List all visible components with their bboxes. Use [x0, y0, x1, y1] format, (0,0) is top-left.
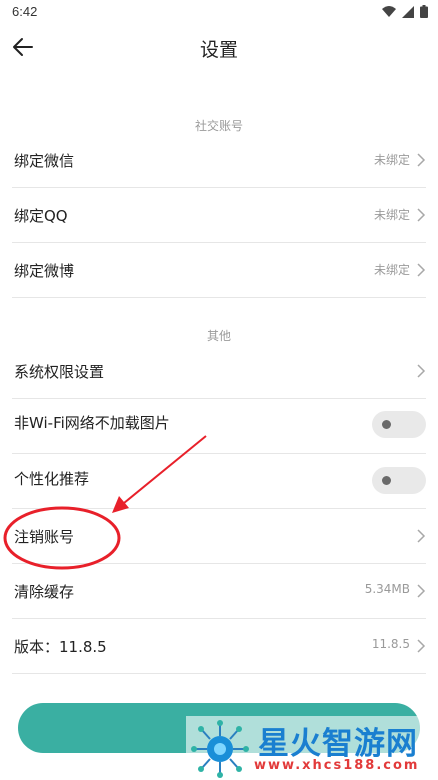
bind-wechat-row[interactable]: 绑定微信 未绑定 — [12, 133, 426, 188]
row-status: 未绑定 — [373, 263, 410, 277]
chevron-right-icon — [417, 263, 426, 277]
app-bar: 设置 — [0, 26, 438, 70]
version-value: 11.8.5 — [371, 637, 410, 651]
chevron-right-icon — [417, 364, 426, 378]
toggle-knob — [382, 476, 391, 485]
row-label: 绑定QQ — [14, 207, 68, 225]
bind-qq-row[interactable]: 绑定QQ 未绑定 — [12, 188, 426, 243]
watermark-title: 星火智游网 — [258, 726, 418, 762]
status-icons — [382, 5, 428, 18]
row-status: 未绑定 — [373, 208, 410, 222]
status-time: 6:42 — [12, 4, 38, 19]
watermark-url: www.xhcs188.com — [254, 758, 420, 773]
signal-icon — [402, 5, 414, 18]
section-header-other: 其他 — [206, 329, 231, 343]
version-row[interactable]: 版本：11.8.5 11.8.5 — [12, 619, 426, 674]
toggle-knob — [382, 420, 391, 429]
row-label: 绑定微博 — [14, 262, 75, 280]
row-label: 注销账号 — [14, 528, 75, 546]
row-label: 绑定微信 — [14, 152, 75, 170]
clear-cache-row[interactable]: 清除缓存 5.34MB — [12, 564, 426, 619]
bind-weibo-row[interactable]: 绑定微博 未绑定 — [12, 243, 426, 298]
divider — [12, 297, 426, 298]
chevron-right-icon — [417, 529, 426, 543]
row-label: 清除缓存 — [14, 583, 75, 601]
row-label: 系统权限设置 — [14, 363, 105, 381]
chevron-right-icon — [417, 584, 426, 598]
delete-account-row[interactable]: 注销账号 — [12, 509, 426, 564]
row-label: 版本：11.8.5 — [14, 638, 107, 656]
watermark: 星火智游网 www.xhcs188.com — [186, 716, 438, 780]
personalized-recommendation-toggle[interactable] — [372, 467, 426, 494]
system-permissions-row[interactable]: 系统权限设置 — [12, 344, 426, 399]
row-label: 非Wi-Fi网络不加载图片 — [14, 414, 170, 432]
personalized-recommendation-row: 个性化推荐 — [12, 454, 426, 509]
battery-icon — [420, 5, 428, 18]
watermark-logo-icon — [191, 720, 249, 778]
chevron-right-icon — [417, 153, 426, 167]
row-label: 个性化推荐 — [14, 470, 90, 488]
chevron-right-icon — [417, 639, 426, 653]
wifi-icon — [382, 5, 396, 17]
page-title: 设置 — [199, 39, 238, 61]
divider — [12, 673, 426, 674]
chevron-right-icon — [417, 208, 426, 222]
status-bar: 6:42 — [0, 0, 438, 26]
no-images-toggle[interactable] — [372, 411, 426, 438]
section-header-social: 社交账号 — [194, 119, 243, 133]
row-status: 未绑定 — [373, 153, 410, 167]
no-images-on-mobile-row: 非Wi-Fi网络不加载图片 — [12, 399, 426, 454]
cache-size: 5.34MB — [364, 582, 410, 596]
